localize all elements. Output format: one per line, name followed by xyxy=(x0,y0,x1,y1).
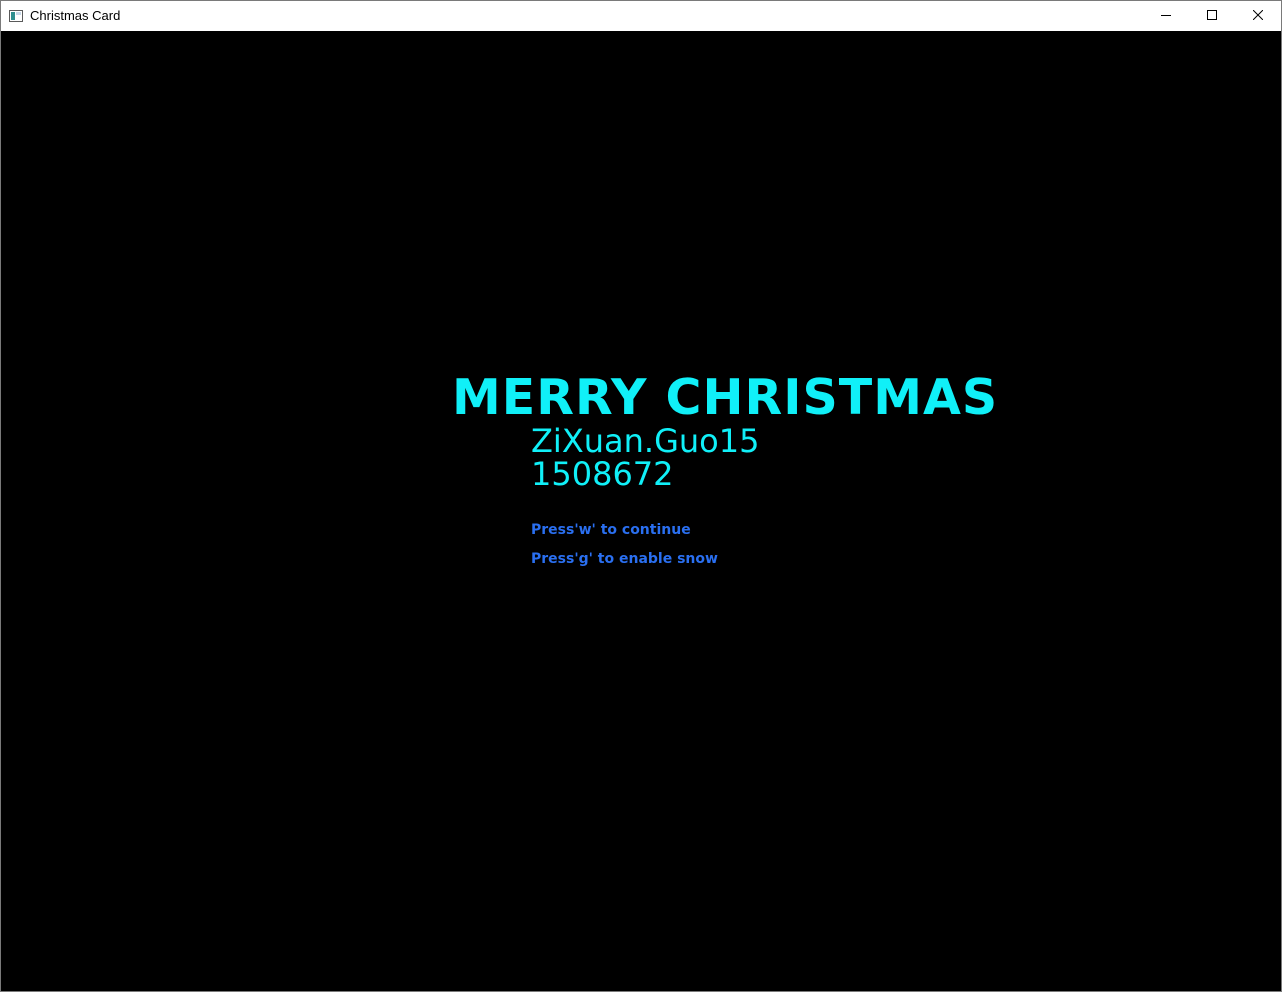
app-icon xyxy=(9,9,23,22)
snow-hint: Press'g' to enable snow xyxy=(531,551,718,567)
minimize-icon xyxy=(1161,7,1171,25)
close-icon xyxy=(1252,7,1264,25)
maximize-icon xyxy=(1207,7,1217,25)
maximize-button[interactable] xyxy=(1189,1,1235,31)
card-canvas[interactable]: MERRY CHRISTMAS ZiXuan.Guo15 1508672 Pre… xyxy=(1,31,1281,991)
continue-hint: Press'w' to continue xyxy=(531,522,691,538)
close-button[interactable] xyxy=(1235,1,1281,31)
application-window: Christmas Card MERRY CHRISTMAS ZiXuan.Gu… xyxy=(0,0,1282,992)
author-name: ZiXuan.Guo15 xyxy=(531,422,760,460)
minimize-button[interactable] xyxy=(1143,1,1189,31)
student-id: 1508672 xyxy=(531,455,674,493)
greeting-text: MERRY CHRISTMAS xyxy=(452,369,999,426)
title-bar[interactable]: Christmas Card xyxy=(1,1,1281,31)
window-title: Christmas Card xyxy=(30,8,121,23)
